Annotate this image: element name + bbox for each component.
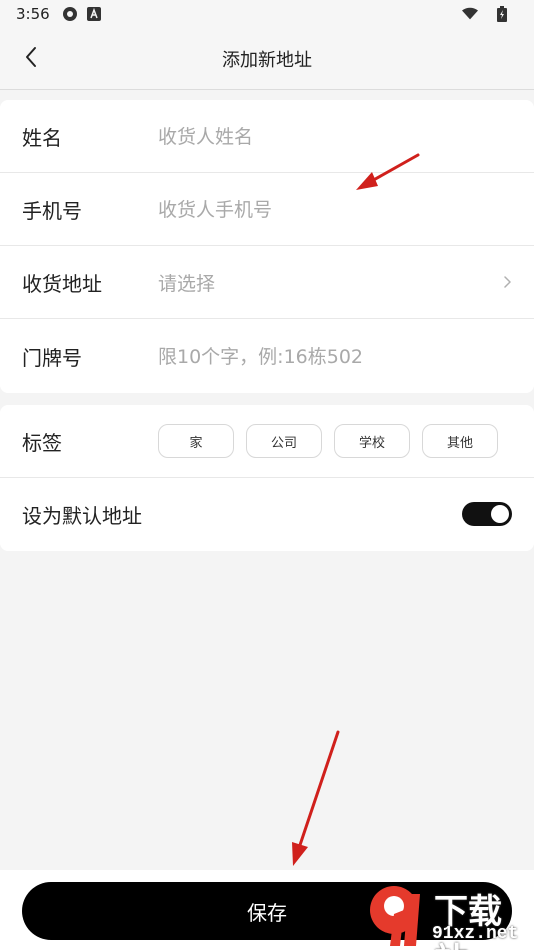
default-address-toggle[interactable]	[462, 502, 512, 526]
status-bar: 3:56	[0, 0, 534, 28]
address-label: 收货地址	[22, 272, 102, 296]
address-select-row[interactable]: 收货地址 请选择	[0, 246, 534, 319]
a-box-icon	[86, 6, 102, 22]
chevron-left-icon	[24, 46, 38, 72]
door-label: 门牌号	[22, 346, 82, 370]
phone-label: 手机号	[22, 199, 82, 223]
tags-row: 标签 家 公司 学校 其他	[0, 405, 534, 478]
settings-gear-icon	[62, 6, 78, 22]
address-form-card: 姓名 手机号 收货地址 请选择 门牌号	[0, 100, 534, 393]
address-select-value[interactable]: 请选择	[158, 269, 488, 296]
chevron-right-icon	[502, 273, 514, 291]
name-row: 姓名	[0, 100, 534, 173]
watermark-domain: 91xz.net	[432, 924, 519, 944]
divider	[0, 318, 534, 319]
tag-home[interactable]: 家	[158, 424, 234, 458]
phone-input[interactable]	[158, 198, 488, 221]
phone-row: 手机号	[0, 173, 534, 246]
door-row: 门牌号	[0, 320, 534, 393]
tag-school[interactable]: 学校	[334, 424, 410, 458]
name-label: 姓名	[22, 126, 62, 150]
default-label: 设为默认地址	[22, 504, 142, 528]
nav-bar: 添加新地址	[0, 28, 534, 90]
toggle-knob	[491, 505, 509, 523]
tags-label: 标签	[22, 431, 62, 455]
door-input[interactable]	[158, 345, 488, 368]
status-time: 3:56	[16, 5, 50, 23]
tag-options: 家 公司 学校 其他	[158, 424, 498, 458]
watermark: 下载站 91xz.net	[364, 880, 534, 950]
options-card: 标签 家 公司 学校 其他 设为默认地址	[0, 405, 534, 551]
default-row: 设为默认地址	[0, 478, 534, 551]
tag-other[interactable]: 其他	[422, 424, 498, 458]
name-input[interactable]	[158, 125, 488, 148]
tag-company[interactable]: 公司	[246, 424, 322, 458]
battery-icon	[494, 6, 510, 22]
wifi-icon	[462, 6, 478, 22]
back-button[interactable]	[18, 46, 44, 72]
page-title: 添加新地址	[222, 49, 312, 71]
watermark-logo-icon	[370, 886, 420, 946]
